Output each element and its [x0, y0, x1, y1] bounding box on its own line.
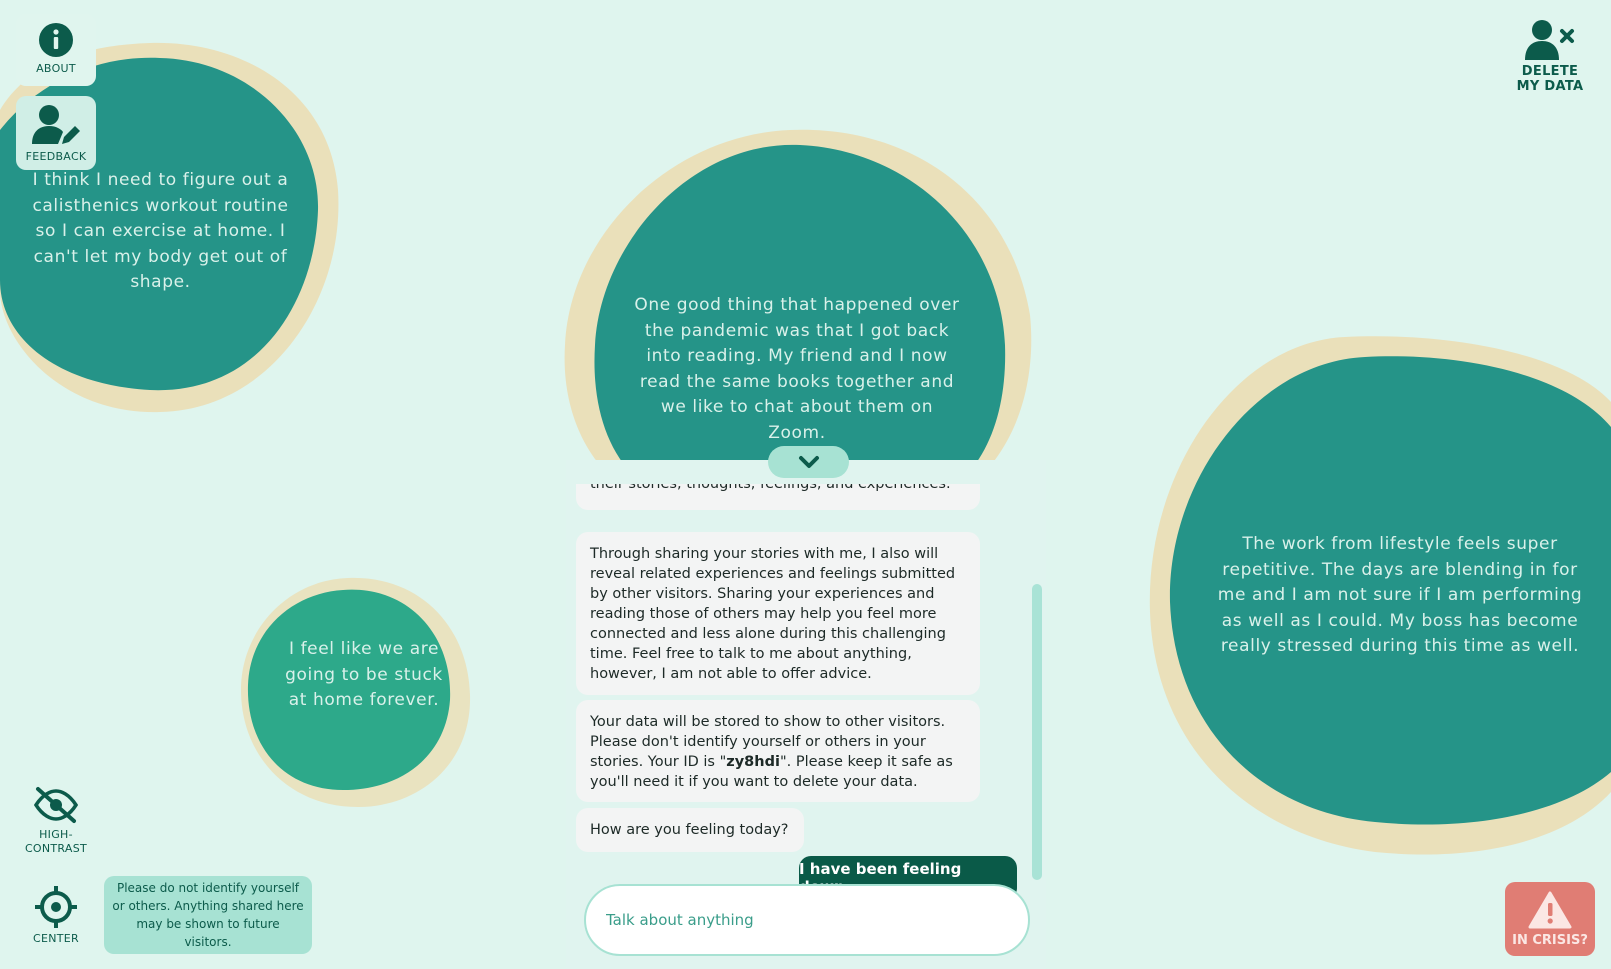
story-text-4: I feel like we are going to be stuck at …	[285, 639, 443, 710]
eye-slash-icon	[33, 787, 79, 823]
chat-scrollbar[interactable]	[1032, 584, 1042, 880]
center-button[interactable]: CENTER	[16, 880, 96, 948]
warning-icon	[1528, 891, 1572, 929]
user-edit-icon	[32, 105, 80, 144]
center-label: CENTER	[33, 932, 79, 945]
crosshair-icon	[35, 886, 77, 928]
in-crisis-label: IN CRISIS?	[1512, 933, 1588, 948]
privacy-note: Please do not identify yourself or other…	[104, 876, 312, 954]
feedback-label: FEEDBACK	[25, 150, 87, 163]
high-contrast-label: HIGH- CONTRAST	[24, 828, 88, 855]
chevron-down-icon	[798, 456, 819, 468]
chat-input[interactable]	[584, 884, 1030, 956]
story-text-1: I think I need to figure out a calisthen…	[32, 170, 289, 292]
bot-message: How are you feeling today?	[576, 808, 804, 852]
story-text-3: The work from lifestyle feels super repe…	[1217, 534, 1583, 656]
user-remove-icon	[1525, 20, 1574, 60]
about-label: ABOUT	[36, 62, 76, 75]
story-text-2: One good thing that happened over the pa…	[634, 295, 960, 443]
chat-messages[interactable]: their stories, thoughts, feelings, and e…	[566, 484, 1046, 894]
feedback-button[interactable]: FEEDBACK	[16, 96, 96, 170]
scroll-down-button[interactable]	[768, 446, 849, 478]
bot-message-data-notice: Your data will be stored to show to othe…	[576, 700, 980, 802]
info-icon	[39, 23, 73, 57]
user-id: zy8hdi	[726, 754, 780, 770]
delete-my-data-label: DELETE MY DATA	[1516, 64, 1584, 94]
delete-my-data-button[interactable]: DELETE MY DATA	[1505, 20, 1595, 94]
in-crisis-button[interactable]: IN CRISIS?	[1505, 882, 1595, 956]
bot-message: their stories, thoughts, feelings, and e…	[576, 484, 980, 510]
about-button[interactable]: ABOUT	[16, 14, 96, 86]
high-contrast-button[interactable]: HIGH- CONTRAST	[16, 780, 96, 864]
bot-message: Through sharing your stories with me, I …	[576, 532, 980, 695]
